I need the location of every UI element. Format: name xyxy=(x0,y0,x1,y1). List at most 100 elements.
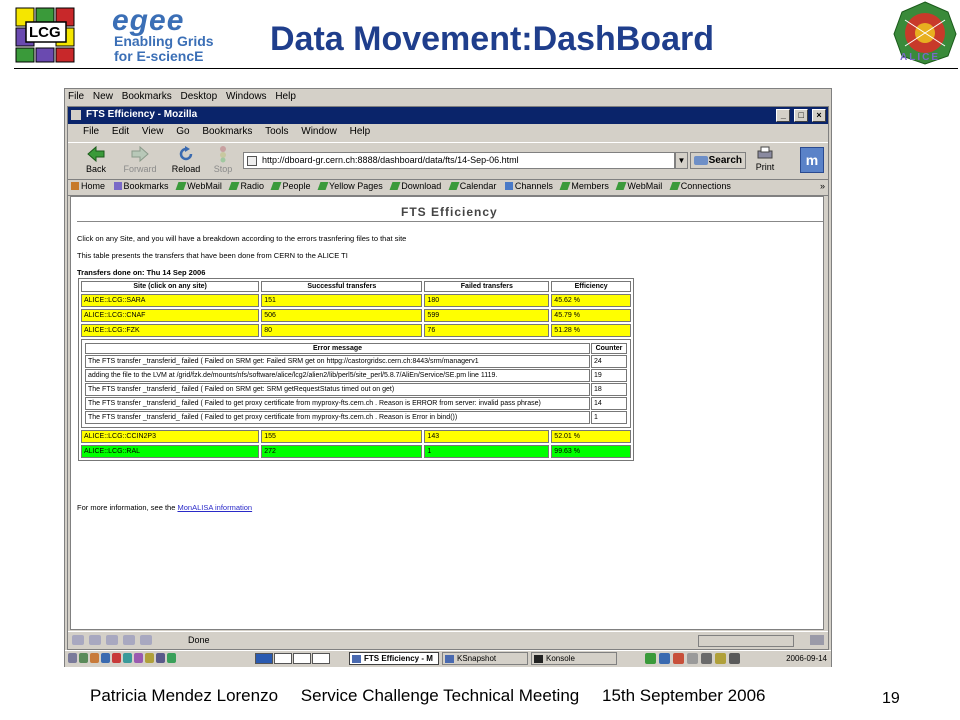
browser-icon[interactable] xyxy=(123,653,132,663)
bookmarks-overflow-button[interactable]: » xyxy=(820,181,825,191)
virtual-desktops xyxy=(255,653,331,664)
transfers-table: Site (click on any site) Successful tran… xyxy=(78,278,634,461)
monalisa-link[interactable]: MonALISA information xyxy=(177,503,252,512)
successful-count: 155 xyxy=(261,430,423,443)
composer-icon[interactable] xyxy=(106,635,118,645)
clipboard-tray-icon[interactable] xyxy=(687,653,698,664)
security-lock-icon[interactable] xyxy=(810,635,824,645)
kmenu-icon[interactable] xyxy=(68,653,77,663)
site-link[interactable]: ALICE::LCG::SARA xyxy=(81,294,260,307)
addressbook-icon[interactable] xyxy=(123,635,135,645)
forward-button[interactable]: Forward xyxy=(120,145,160,174)
bookmark-icon xyxy=(615,182,627,190)
error-counter: 14 xyxy=(591,397,627,410)
menu-view[interactable]: View xyxy=(137,125,169,138)
home-folder-icon[interactable] xyxy=(90,653,99,663)
menu-window[interactable]: Window xyxy=(296,125,342,138)
desktop-icon[interactable] xyxy=(79,653,88,663)
bookmark-bookmarks[interactable]: Bookmarks xyxy=(111,179,172,193)
task-ksnapshot[interactable]: KSnapshot xyxy=(442,652,528,665)
task-konsole[interactable]: Konsole xyxy=(531,652,617,665)
utility-icon[interactable] xyxy=(167,653,176,663)
bookmark-icon xyxy=(559,182,571,190)
progress-bar xyxy=(698,635,794,647)
menu-file[interactable]: File xyxy=(78,125,104,138)
menu-go[interactable]: Go xyxy=(171,125,194,138)
editor-icon[interactable] xyxy=(134,653,143,663)
maximize-button[interactable]: □ xyxy=(794,109,809,122)
desktop-pager-4[interactable] xyxy=(312,653,330,664)
desktop-menu-file[interactable]: File xyxy=(65,89,87,104)
chat-icon[interactable] xyxy=(140,635,152,645)
desktop-menu-help[interactable]: Help xyxy=(272,89,299,104)
desktop-pager-3[interactable] xyxy=(293,653,311,664)
error-message: The FTS transfer _transferid_ failed ( F… xyxy=(85,397,590,410)
close-button[interactable]: × xyxy=(812,109,826,122)
menu-bookmarks[interactable]: Bookmarks xyxy=(197,125,257,138)
network-tray-icon[interactable] xyxy=(645,653,656,664)
task-fts-efficiency[interactable]: FTS Efficiency - M xyxy=(349,652,439,665)
taskbar-clock[interactable]: 2006-09-14 xyxy=(786,654,827,663)
successful-count: 506 xyxy=(261,309,423,322)
url-input[interactable]: http://dboard-gr.cern.ch:8888/dashboard/… xyxy=(243,152,675,169)
site-link[interactable]: ALICE::LCG::CCIN2P3 xyxy=(81,430,260,443)
minimize-button[interactable]: _ xyxy=(776,109,791,122)
bookmark-webmail-2[interactable]: WebMail xyxy=(614,179,665,193)
bookmark-download[interactable]: Download xyxy=(388,179,444,193)
lock-tray-icon[interactable] xyxy=(659,653,670,664)
bookmark-radio[interactable]: Radio xyxy=(227,179,267,193)
bookmark-home[interactable]: Home xyxy=(68,179,108,193)
stop-button[interactable]: Stop xyxy=(203,145,243,174)
site-link[interactable]: ALICE::LCG::RAL xyxy=(81,445,260,458)
desktop-pager-1[interactable] xyxy=(255,653,273,664)
mail-icon[interactable] xyxy=(89,635,101,645)
mozilla-throbber-icon[interactable]: m xyxy=(800,147,824,173)
bookmark-webmail[interactable]: WebMail xyxy=(174,179,225,193)
slide-footer: Patricia Mendez Lorenzo Service Challeng… xyxy=(90,686,784,706)
efficiency-value: 99.63 % xyxy=(551,445,631,458)
menu-tools[interactable]: Tools xyxy=(260,125,293,138)
search-button[interactable]: Search xyxy=(690,152,746,169)
site-link[interactable]: ALICE::LCG::FZK xyxy=(81,324,260,337)
stop-icon xyxy=(220,146,226,163)
browser-titlebar[interactable]: FTS Efficiency - Mozilla _ □ × xyxy=(68,107,828,124)
settings-icon[interactable] xyxy=(145,653,154,663)
desktop-pager-2[interactable] xyxy=(274,653,292,664)
back-button[interactable]: Back xyxy=(76,145,116,174)
bookmark-calendar[interactable]: Calendar xyxy=(447,179,500,193)
bookmark-channels[interactable]: Channels xyxy=(502,179,556,193)
desktop-menu-windows[interactable]: Windows xyxy=(223,89,270,104)
task-label: FTS Efficiency - M xyxy=(364,654,433,663)
failed-count: 180 xyxy=(424,294,550,307)
bookmark-yellow-pages[interactable]: Yellow Pages xyxy=(316,179,386,193)
bookmark-members[interactable]: Members xyxy=(558,179,612,193)
error-counter: 24 xyxy=(591,355,627,368)
mozilla-icon xyxy=(71,110,81,120)
bookmark-connections[interactable]: Connections xyxy=(668,179,734,193)
menu-edit[interactable]: Edit xyxy=(107,125,134,138)
desktop-menubar: File New Bookmarks Desktop Windows Help xyxy=(65,89,831,106)
keyboard-tray-icon[interactable] xyxy=(715,653,726,664)
navigator-icon[interactable] xyxy=(72,635,84,645)
reload-button[interactable]: Reload xyxy=(166,145,206,174)
desktop-menu-bookmarks[interactable]: Bookmarks xyxy=(119,89,175,104)
tool-icon[interactable] xyxy=(156,653,165,663)
url-dropdown-button[interactable]: ▼ xyxy=(675,152,688,169)
bookmark-icon xyxy=(271,182,282,190)
print-button[interactable]: Print xyxy=(748,145,782,172)
header-efficiency: Efficiency xyxy=(551,281,631,292)
site-link[interactable]: ALICE::LCG::CNAF xyxy=(81,309,260,322)
logout-tray-icon[interactable] xyxy=(673,653,684,664)
help-icon[interactable] xyxy=(112,653,121,663)
desktop-menu-new[interactable]: New xyxy=(90,89,116,104)
desktop-menu-desktop[interactable]: Desktop xyxy=(178,89,221,104)
error-message: adding the file to the LVM at /grid/fzk.… xyxy=(85,369,590,382)
table-row: ALICE::LCG::CNAF 506 599 45.79 % xyxy=(81,309,631,322)
menu-help[interactable]: Help xyxy=(345,125,376,138)
terminal-icon[interactable] xyxy=(101,653,110,663)
header-failed: Failed transfers xyxy=(424,281,550,292)
volume-tray-icon[interactable] xyxy=(701,653,712,664)
bookmark-people[interactable]: People xyxy=(269,179,313,193)
error-counter: 1 xyxy=(591,411,627,424)
display-tray-icon[interactable] xyxy=(729,653,740,664)
